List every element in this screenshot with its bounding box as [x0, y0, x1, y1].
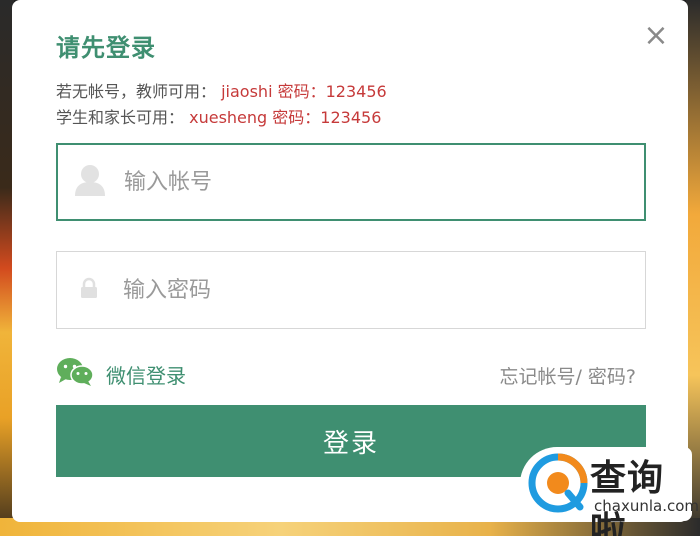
student-hint-prefix: 学生和家长可用： [56, 108, 185, 127]
wechat-login-link[interactable]: 微信登录 [56, 358, 186, 390]
teacher-hint-prefix: 若无帐号，教师可用： [56, 82, 217, 101]
wechat-login-label: 微信登录 [106, 363, 186, 388]
watermark-domain: chaxunla.com [594, 497, 699, 515]
login-dialog: 请先登录 × 若无帐号，教师可用： jiaoshi 密码：123456 学生和家… [12, 0, 688, 522]
wechat-icon [56, 357, 94, 391]
student-account: xuesheng [189, 108, 268, 127]
username-field[interactable] [56, 143, 646, 221]
student-password-label: 密码： [272, 108, 321, 127]
dialog-title: 请先登录 [56, 34, 156, 62]
forgot-credentials-link[interactable]: 忘记帐号/ 密码? [499, 362, 636, 389]
user-icon [74, 163, 106, 201]
teacher-password-label: 密码： [277, 82, 326, 101]
teacher-password: 123456 [325, 82, 387, 101]
close-icon: × [643, 18, 669, 53]
teacher-account-hint: 若无帐号，教师可用： jiaoshi 密码：123456 [56, 78, 387, 102]
student-password: 123456 [320, 108, 382, 127]
teacher-account: jiaoshi [221, 82, 273, 101]
username-input[interactable] [124, 145, 624, 219]
lock-icon [73, 277, 99, 303]
password-field[interactable] [56, 251, 646, 329]
site-watermark: 查询啦 chaxunla.com [520, 447, 699, 536]
password-input[interactable] [123, 252, 623, 328]
watermark-logo-icon [528, 453, 588, 513]
close-button[interactable]: × [642, 21, 670, 51]
watermark-name: 查询啦 [590, 458, 665, 536]
student-account-hint: 学生和家长可用： xuesheng 密码：123456 [56, 104, 381, 128]
